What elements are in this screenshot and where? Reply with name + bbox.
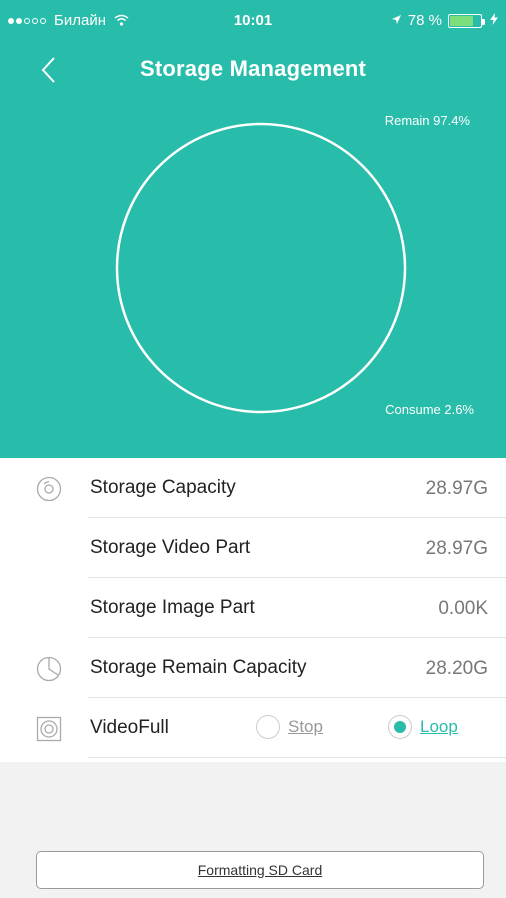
option-loop-label[interactable]: Loop bbox=[420, 717, 458, 737]
row-storage-capacity: Storage Capacity 28.97G bbox=[0, 458, 506, 518]
row-value: 28.97G bbox=[425, 538, 488, 559]
battery-icon bbox=[448, 13, 485, 28]
status-bar: Билайн 10:01 78 % bbox=[0, 0, 506, 40]
bottom-area: Formatting SD Card bbox=[0, 762, 506, 898]
header-section: Билайн 10:01 78 % Storage Management Rem… bbox=[0, 0, 506, 458]
video-full-label: VideoFull bbox=[90, 717, 169, 738]
row-value: 0.00K bbox=[438, 598, 488, 619]
divider bbox=[88, 757, 506, 758]
option-stop-label[interactable]: Stop bbox=[288, 717, 323, 737]
row-value: 28.97G bbox=[425, 478, 488, 499]
option-loop[interactable]: Loop bbox=[388, 715, 458, 739]
storage-ring-chart bbox=[115, 122, 407, 414]
row-label: Storage Remain Capacity bbox=[90, 657, 307, 678]
pie-clock-icon bbox=[36, 656, 62, 682]
charging-icon bbox=[490, 13, 498, 28]
concentric-square-icon bbox=[36, 716, 62, 742]
radio-loop[interactable] bbox=[388, 715, 412, 739]
row-storage-video-part: Storage Video Part 28.97G bbox=[0, 518, 506, 578]
status-right: 78 % bbox=[391, 12, 498, 29]
row-video-full: VideoFull Stop Loop bbox=[0, 698, 506, 758]
disc-icon bbox=[36, 476, 62, 502]
row-label: Storage Video Part bbox=[90, 537, 251, 558]
page-title: Storage Management bbox=[139, 56, 367, 81]
battery-percent: 78 % bbox=[407, 12, 442, 29]
option-stop[interactable]: Stop bbox=[256, 715, 323, 739]
navigation-bar: Storage Management bbox=[0, 48, 506, 92]
location-arrow-icon bbox=[391, 14, 402, 28]
storage-info-list: Storage Capacity 28.97G Storage Video Pa… bbox=[0, 458, 506, 762]
format-sd-card-button[interactable]: Formatting SD Card bbox=[36, 851, 484, 889]
row-label: Storage Image Part bbox=[90, 597, 255, 618]
remain-arc bbox=[115, 122, 407, 414]
row-storage-remain-capacity: Storage Remain Capacity 28.20G bbox=[0, 638, 506, 698]
row-label: Storage Capacity bbox=[90, 477, 236, 498]
consume-label: Consume 2.6% bbox=[385, 402, 474, 417]
radio-stop[interactable] bbox=[256, 715, 280, 739]
row-value: 28.20G bbox=[425, 658, 488, 679]
row-storage-image-part: Storage Image Part 0.00K bbox=[0, 578, 506, 638]
